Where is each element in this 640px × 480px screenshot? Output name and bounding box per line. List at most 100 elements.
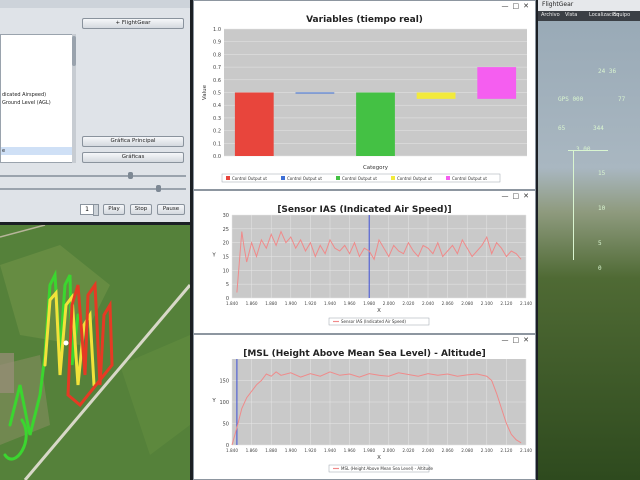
x-tick-label: 1.900 [285, 448, 297, 453]
hud-readout: 15 [598, 170, 606, 177]
y-tick-label: 10 [223, 268, 229, 274]
timeline-slider-thumb[interactable] [128, 172, 134, 179]
building-cluster [0, 353, 14, 393]
legend-swatch [226, 176, 230, 180]
x-tick-label: 2.040 [422, 301, 434, 306]
variable-list-item[interactable] [1, 75, 73, 83]
x-tick-label: 1.980 [363, 301, 375, 306]
x-tick-label: 2.000 [383, 301, 395, 306]
variable-list-item[interactable]: e [1, 147, 73, 155]
timeline-slider[interactable] [0, 175, 186, 177]
legend-swatch [391, 176, 395, 180]
variable-list-item[interactable] [1, 35, 73, 43]
variable-list-item[interactable] [1, 67, 73, 75]
hud-readout: 344 [593, 125, 604, 132]
x-tick-label: 1.860 [246, 301, 258, 306]
hud-readout: 24 36 [598, 68, 617, 75]
x-tick-label: 1.920 [304, 448, 316, 453]
x-tick-label: 1.980 [363, 448, 375, 453]
bar-1 [234, 92, 274, 156]
variable-list-scrollbar[interactable] [72, 34, 76, 163]
y-tick-label: 0.3 [213, 116, 221, 122]
variables-bar-chart: 0.0 0.1 0.2 0.3 0.4 0.5 0.6 0.7 0.8 0.9 1.0 Categor… [202, 27, 527, 183]
x-tick-label: 2.020 [402, 301, 414, 306]
speed-spinner-arrows[interactable] [93, 204, 99, 216]
variable-list-item[interactable] [1, 59, 73, 67]
scrollbar-thumb[interactable] [72, 36, 76, 66]
variable-list-item[interactable] [1, 83, 73, 91]
bar-3 [356, 92, 395, 156]
flightgear-window[interactable]: FlightGear Archivo Vista Localización Equip… [538, 0, 640, 480]
x-tick-label: 1.900 [285, 301, 297, 306]
pause-button[interactable]: Pause [157, 204, 185, 215]
charts-button[interactable]: Gráficas [82, 152, 184, 163]
hud-readout: 10 [598, 205, 606, 212]
variable-list-item[interactable] [1, 51, 73, 59]
hud-readout: 65 [558, 125, 566, 132]
y-tick-label: 50 [223, 422, 229, 428]
bar-4 [416, 92, 456, 99]
y-tick-label: 0.6 [213, 78, 221, 84]
speed-spinner[interactable]: 1 [80, 204, 94, 215]
legend: MSL (Height Above Mean Sea Level) - Alti… [328, 464, 434, 473]
satellite-map [0, 225, 190, 480]
variable-list-item[interactable] [1, 139, 73, 147]
x-tick-label: 2.060 [442, 301, 454, 306]
y-tick-label: 0.9 [213, 40, 221, 46]
y-tick-label: 1.0 [213, 27, 221, 33]
x-tick-label: 2.060 [442, 448, 454, 453]
main-chart-button[interactable]: Gráfica Principal [82, 136, 184, 147]
variable-list-item[interactable]: dicated Airspeed) [1, 91, 73, 99]
variable-list-item[interactable] [1, 123, 73, 131]
control-panel-titlebar [0, 0, 190, 8]
variable-list-item[interactable] [1, 155, 73, 162]
hud-readout: 5 [598, 240, 602, 247]
bar-5 [477, 67, 517, 99]
play-button[interactable]: Play [103, 204, 125, 215]
legend-item: Control Output ut [287, 176, 322, 181]
x-tick-label: 1.960 [344, 301, 356, 306]
hud-horizon-line [568, 150, 608, 151]
y-axis-label: Y [211, 398, 216, 404]
aircraft-marker [63, 340, 69, 346]
legend-item: Control Output ut [232, 176, 267, 181]
x-axis-label: X [377, 455, 381, 461]
x-tick-label: 2.040 [422, 448, 434, 453]
y-tick-label: 15 [223, 255, 229, 261]
y-tick-label: 0.2 [213, 129, 221, 135]
hud-readout: 77 [618, 96, 626, 103]
legend-item: Control Output ut [342, 176, 377, 181]
variable-list-item[interactable] [1, 43, 73, 51]
x-tick-label: 1.920 [304, 301, 316, 306]
y-tick-label: 0.8 [213, 52, 221, 58]
legend-item: MSL (Height Above Mean Sea Level) - Alti… [341, 466, 434, 471]
flightgear-button[interactable]: + FlightGear [82, 18, 184, 29]
map-view[interactable] [0, 225, 190, 480]
legend-swatch [281, 176, 285, 180]
y-tick-label: 0.4 [213, 103, 221, 109]
variable-list[interactable]: dicated Airspeed)Ground Level (AGL)eove … [0, 34, 74, 163]
x-tick-label: 2.080 [461, 448, 473, 453]
bar-2 [295, 92, 335, 94]
x-axis-label: X [377, 308, 381, 314]
hud-overlay: 24 36GPS 00077653443.00151050 [538, 0, 640, 480]
variable-list-item[interactable] [1, 107, 73, 115]
hud-readout: GPS 000 [558, 96, 584, 103]
control-panel: dicated Airspeed)Ground Level (AGL)eove … [0, 0, 190, 222]
x-tick-label: 2.120 [500, 448, 512, 453]
y-tick-label: 25 [223, 227, 229, 233]
legend: Sensor IAS (Indicated Air Speed) [328, 317, 430, 326]
variable-list-item[interactable] [1, 115, 73, 123]
y-tick-label: 30 [223, 213, 229, 219]
ias-line-chart: 0510152025301.840 1.860 1.880 1.900 1.920 1.9… [211, 213, 532, 326]
variables-chart-window: —□✕ Variables (tiempo real) 0.0 0.1 0.2 0.3… [193, 0, 536, 190]
x-tick-label: 2.080 [461, 301, 473, 306]
y-axis-label: Y [211, 253, 216, 259]
variable-list-item[interactable] [1, 131, 73, 139]
y-tick-label: 0.0 [213, 154, 221, 160]
speed-slider-thumb[interactable] [156, 185, 162, 192]
variable-list-item[interactable]: Ground Level (AGL) [1, 99, 73, 107]
stop-button[interactable]: Stop [130, 204, 152, 215]
x-tick-label: 2.140 [520, 448, 532, 453]
legend: Control Output ut Control Output ut Contro… [221, 173, 501, 183]
